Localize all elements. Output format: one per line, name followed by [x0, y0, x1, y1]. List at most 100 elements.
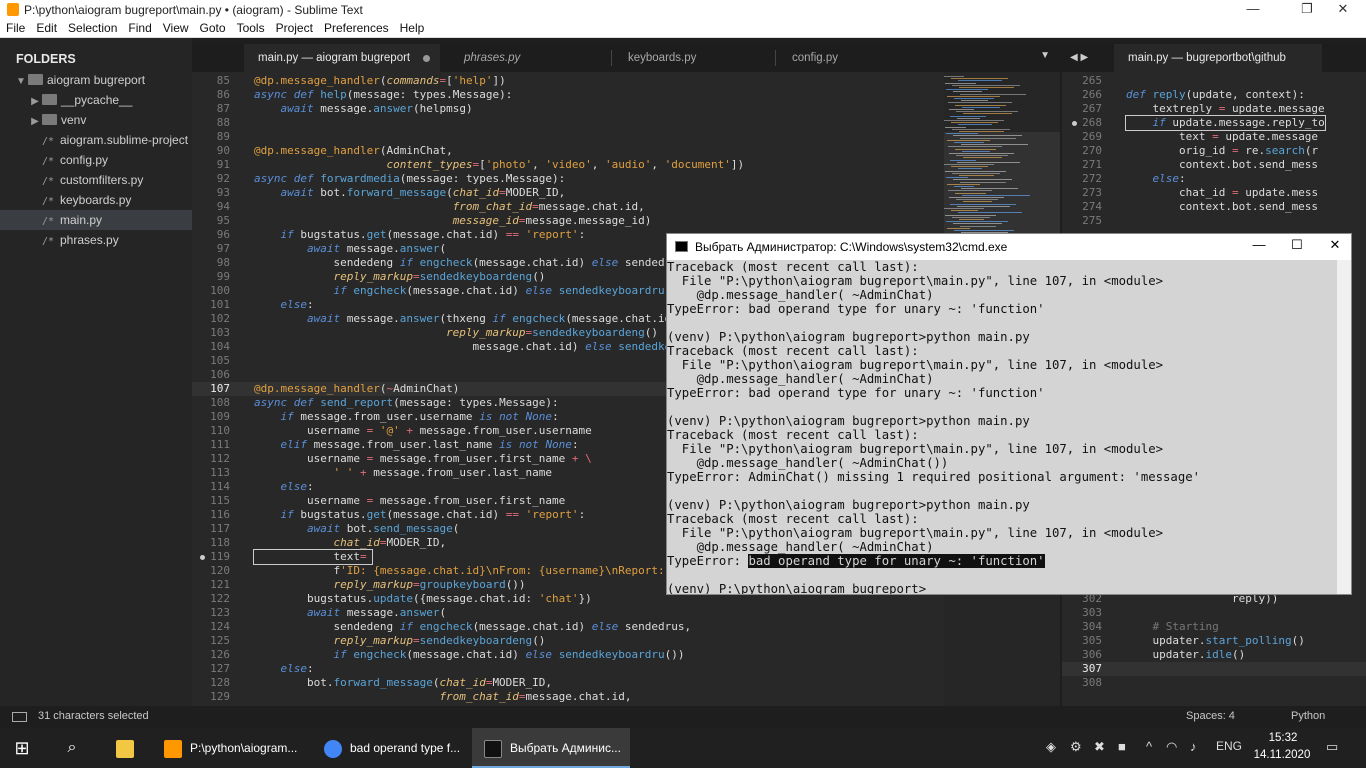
- cmd-window[interactable]: Выбрать Администратор: C:\Windows\system…: [666, 233, 1352, 595]
- minimize-button[interactable]: —: [1230, 0, 1276, 20]
- code-line[interactable]: bot.forward_message(chat_id=MODER_ID,: [254, 676, 552, 690]
- code-line[interactable]: ' ' + message.from_user.last_name: [254, 466, 552, 480]
- close-button[interactable]: ✕: [1320, 0, 1366, 20]
- console-line-selected-error[interactable]: TypeError: bad operand type for unary ~:…: [667, 554, 1045, 568]
- code-line[interactable]: reply_markup=sendedkeyboardeng(): [254, 634, 545, 648]
- taskbar-cmd[interactable]: Выбрать Админис...: [472, 728, 630, 768]
- menu-find[interactable]: Find: [122, 20, 156, 35]
- cmd-maximize-button[interactable]: ☐: [1279, 237, 1315, 253]
- code-line[interactable]: def reply(update, context):: [1126, 88, 1305, 102]
- code-line[interactable]: if update.message.reply_to: [1125, 115, 1326, 131]
- console-line[interactable]: Traceback (most recent call last):: [667, 344, 919, 358]
- code-line[interactable]: await message.answer(: [254, 606, 446, 620]
- console-line[interactable]: File "P:\python\aiogram bugreport\main.p…: [667, 274, 1163, 288]
- sidebar-item-customfilters[interactable]: /* customfilters.py: [0, 170, 192, 190]
- syntax-status[interactable]: Python: [1291, 710, 1325, 722]
- console-line[interactable]: @dp.message_handler( ~AdminChat()): [667, 456, 949, 470]
- console-line[interactable]: TypeError: bad operand type for unary ~:…: [667, 302, 1045, 316]
- code-line[interactable]: else:: [254, 298, 314, 312]
- sidebar-item-config[interactable]: /* config.py: [0, 150, 192, 170]
- tab-main-py-github[interactable]: main.py — bugreportbot\github: [1114, 44, 1322, 72]
- code-line[interactable]: else:: [254, 480, 314, 494]
- tray-chevron-up-icon[interactable]: ^: [1146, 739, 1152, 754]
- console-line[interactable]: @dp.message_handler( ~AdminChat): [667, 540, 934, 554]
- code-line[interactable]: await message.answer(: [254, 242, 446, 256]
- tray-volume-icon[interactable]: ♪: [1190, 739, 1197, 754]
- menu-edit[interactable]: Edit: [30, 20, 62, 35]
- indentation-status[interactable]: Spaces: 4: [1186, 710, 1235, 722]
- code-line[interactable]: sendedeng if engcheck(message.chat.id) e…: [254, 620, 691, 634]
- cmd-title-bar[interactable]: Выбрать Администратор: C:\Windows\system…: [667, 234, 1351, 260]
- code-line[interactable]: sendedeng if engcheck(message.chat.id) e…: [254, 256, 691, 270]
- code-line[interactable]: async def forwardmedia(message: types.Me…: [254, 172, 565, 186]
- tab-main-py[interactable]: main.py — aiogram bugreport: [244, 44, 440, 72]
- clock-time[interactable]: 15:32: [1262, 732, 1304, 744]
- code-line[interactable]: if bugstatus.get(message.chat.id) == 're…: [254, 228, 586, 242]
- code-line[interactable]: if engcheck(message.chat.id) else sended…: [254, 648, 684, 662]
- console-line[interactable]: (venv) P:\python\aiogram bugreport>pytho…: [667, 330, 1030, 344]
- code-line[interactable]: if engcheck(message.chat.id) else sended…: [254, 284, 684, 298]
- code-line[interactable]: username = message.from_user.first_name …: [254, 452, 592, 466]
- code-line[interactable]: @dp.message_handler(~AdminChat): [254, 382, 459, 396]
- tab-overflow-dropdown[interactable]: ▼: [1040, 50, 1050, 61]
- sidebar-item-pycache[interactable]: ▶ __pycache__: [0, 90, 192, 110]
- code-line[interactable]: reply_markup=sendedkeyboardeng(): [254, 270, 545, 284]
- cmd-scrollbar[interactable]: [1337, 260, 1351, 594]
- code-line[interactable]: @dp.message_handler(AdminChat,: [254, 144, 453, 158]
- tray-steam-icon[interactable]: ⚙: [1070, 739, 1082, 755]
- right-pane-nav-arrows[interactable]: ◀ ▶: [1070, 52, 1088, 63]
- console-line[interactable]: File "P:\python\aiogram bugreport\main.p…: [667, 358, 1163, 372]
- menu-tools[interactable]: Tools: [231, 20, 270, 35]
- console-line[interactable]: File "P:\python\aiogram bugreport\main.p…: [667, 442, 1163, 456]
- code-line[interactable]: username = '@' + message.from_user.usern…: [254, 424, 592, 438]
- console-line[interactable]: (venv) P:\python\aiogram bugreport>pytho…: [667, 498, 1030, 512]
- console-line[interactable]: File "P:\python\aiogram bugreport\main.p…: [667, 526, 1163, 540]
- code-line[interactable]: text = update.message: [1126, 130, 1318, 144]
- tray-language[interactable]: ENG: [1216, 739, 1242, 753]
- code-line[interactable]: from_chat_id=message.chat.id,: [254, 690, 631, 704]
- console-line[interactable]: Traceback (most recent call last):: [667, 428, 919, 442]
- sidebar-item-aiogram-bugreport[interactable]: ▼ aiogram bugreport: [0, 70, 192, 90]
- panel-toggle-icon[interactable]: [12, 712, 27, 722]
- sidebar-item-keyboards[interactable]: /* keyboards.py: [0, 190, 192, 210]
- console-prompt[interactable]: (venv) P:\python\aiogram bugreport>_: [667, 582, 934, 594]
- code-line[interactable]: updater.idle(): [1126, 648, 1245, 662]
- menu-project[interactable]: Project: [270, 20, 318, 35]
- code-line[interactable]: await bot.send_message(: [254, 522, 459, 536]
- code-line[interactable]: async def help(message: types.Message):: [254, 88, 512, 102]
- console-line[interactable]: TypeError: AdminChat() missing 1 require…: [667, 470, 1200, 484]
- clock-date[interactable]: 14.11.2020: [1252, 749, 1312, 761]
- code-line[interactable]: if message.from_user.username is not Non…: [254, 410, 559, 424]
- code-line[interactable]: context.bot.send_mess: [1126, 158, 1318, 172]
- tray-network-icon[interactable]: ◠: [1166, 739, 1177, 755]
- sidebar-item-main[interactable]: /* main.py: [0, 210, 192, 230]
- code-line[interactable]: reply_markup=groupkeyboard()): [254, 578, 525, 592]
- code-line[interactable]: # Starting: [1126, 620, 1219, 634]
- sidebar-item-venv[interactable]: ▶ venv: [0, 110, 192, 130]
- selected-error-text[interactable]: bad operand type for unary ~: 'function': [748, 554, 1045, 568]
- code-line[interactable]: if bugstatus.get(message.chat.id) == 're…: [254, 508, 586, 522]
- menu-selection[interactable]: Selection: [62, 20, 122, 35]
- tab-phrases-py[interactable]: phrases.py: [450, 44, 612, 72]
- taskbar-chrome[interactable]: bad operand type f...: [312, 728, 470, 768]
- sidebar-item-phrases[interactable]: /* phrases.py: [0, 230, 192, 250]
- console-line[interactable]: TypeError: bad operand type for unary ~:…: [667, 386, 1045, 400]
- code-line[interactable]: await message.answer(helpmsg): [254, 102, 473, 116]
- tab-keyboards-py[interactable]: keyboards.py: [614, 44, 776, 72]
- code-line[interactable]: async def send_report(message: types.Mes…: [254, 396, 559, 410]
- code-line[interactable]: username = message.from_user.first_name: [254, 494, 565, 508]
- start-button[interactable]: ⊞: [0, 728, 44, 768]
- code-line[interactable]: else:: [1126, 172, 1186, 186]
- notifications-icon[interactable]: ▭: [1326, 739, 1338, 755]
- cmd-minimize-button[interactable]: —: [1241, 237, 1277, 252]
- console-line[interactable]: Traceback (most recent call last):: [667, 512, 919, 526]
- tab-config-py[interactable]: config.py: [778, 44, 940, 72]
- code-line[interactable]: chat_id = update.mess: [1126, 186, 1318, 200]
- cmd-close-button[interactable]: ✕: [1317, 237, 1353, 253]
- menu-view[interactable]: View: [157, 20, 194, 35]
- code-line[interactable]: text=: [253, 549, 373, 565]
- unsaved-dot-icon[interactable]: [423, 55, 430, 62]
- code-line[interactable]: textreply = update.message: [1126, 102, 1324, 116]
- code-line[interactable]: reply_markup=sendedkeyboardeng(): [254, 326, 658, 340]
- code-line[interactable]: orig_id = re.search(r: [1126, 144, 1318, 158]
